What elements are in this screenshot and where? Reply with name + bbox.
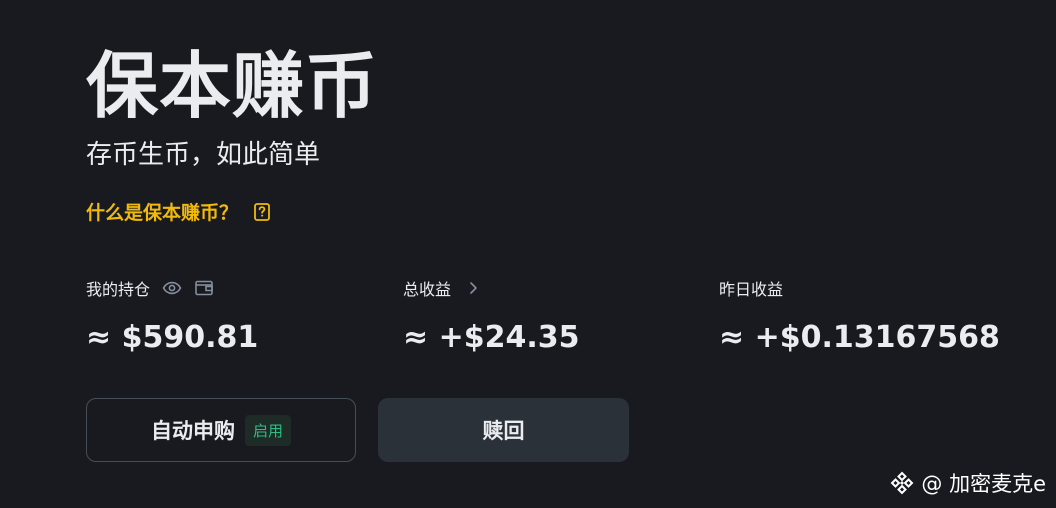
earn-page: 保本赚币 存币生币，如此简单 什么是保本赚币？ 我的持仓 ≈ $590.81 总… [0, 0, 1056, 508]
page-title: 保本赚币 [86, 44, 379, 128]
what-is-earn-link[interactable]: 什么是保本赚币？ [86, 198, 272, 225]
eye-icon[interactable] [162, 278, 182, 298]
redeem-button[interactable]: 赎回 [378, 398, 629, 462]
holdings-label: 我的持仓 [86, 280, 151, 299]
yesterday-earnings-stat: 昨日收益 ≈ +$0.13167568 [719, 278, 1000, 355]
page-subtitle: 存币生币，如此简单 [86, 140, 321, 170]
help-link-label: 什么是保本赚币？ [86, 202, 239, 224]
total-earnings-stat: 总收益 ≈ +$24.35 [403, 278, 579, 355]
auto-subscribe-label: 自动申购 [150, 419, 235, 443]
holdings-stat: 我的持仓 ≈ $590.81 [86, 278, 258, 355]
enabled-badge: 启用 [244, 414, 291, 446]
holdings-value: ≈ $590.81 [86, 320, 259, 355]
wallet-icon[interactable] [194, 278, 214, 298]
total-earnings-label[interactable]: 总收益 [403, 276, 451, 300]
yesterday-earnings-value: ≈ +$0.13167568 [719, 320, 1000, 355]
total-earnings-value: ≈ +$24.35 [403, 320, 580, 355]
auto-subscribe-button[interactable]: 自动申购 启用 [86, 398, 356, 462]
binance-logo-icon [889, 470, 915, 496]
chevron-right-icon[interactable] [463, 278, 483, 298]
yesterday-earnings-label: 昨日收益 [719, 280, 784, 299]
question-square-icon [252, 202, 272, 222]
watermark-text: @ 加密麦克e [921, 472, 1046, 496]
watermark: @ 加密麦克e [889, 468, 1046, 498]
